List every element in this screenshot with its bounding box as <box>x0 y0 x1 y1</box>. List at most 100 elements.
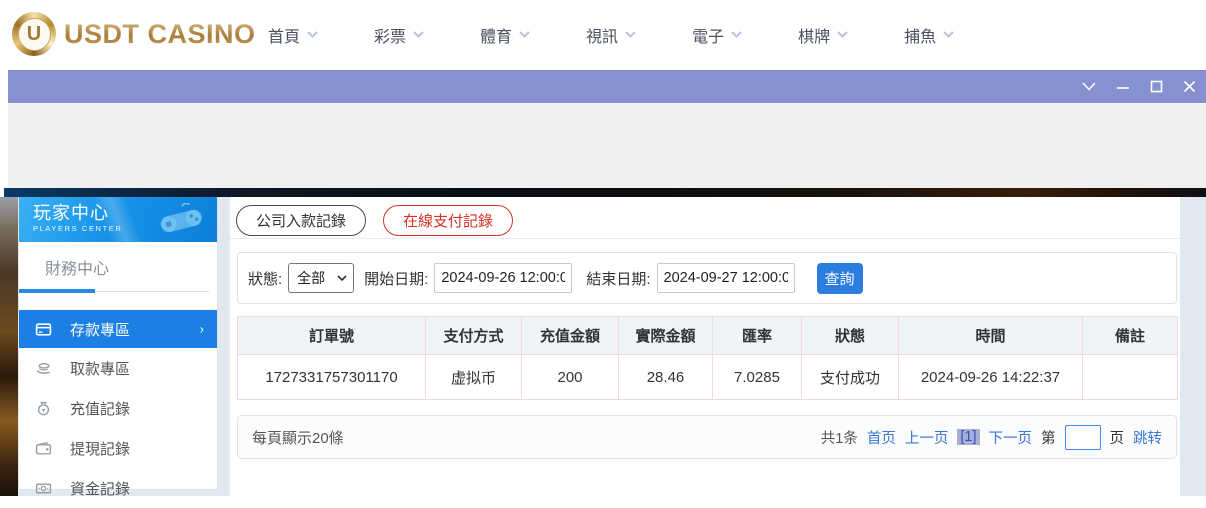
nav-item-sports[interactable]: 體育 <box>480 23 530 47</box>
column-header-exchange-rate: 匯率 <box>712 316 802 355</box>
minimize-icon[interactable] <box>1116 82 1130 92</box>
status-select-value: 全部 <box>297 270 326 286</box>
cell-time: 2024-09-26 14:22:37 <box>898 354 1083 400</box>
pagination-bar: 每頁顯示20條 共1条 首页 上一页 [1] 下一页 第 页 跳转 <box>237 415 1177 459</box>
sidebar-item-withdraw-zone[interactable]: 取款專區 <box>19 348 217 388</box>
column-header-remark: 備註 <box>1082 316 1178 355</box>
cell-pay-method: 虚拟币 <box>425 354 522 400</box>
current-page-indicator: [1] <box>957 429 980 445</box>
column-header-recharge-amount: 充值金額 <box>521 316 619 355</box>
nav-label: 視訊 <box>586 28 619 46</box>
nav-item-fishing[interactable]: 捕魚 <box>904 23 954 47</box>
banknote-icon <box>35 480 52 497</box>
prev-page-link[interactable]: 上一页 <box>905 427 949 448</box>
finance-center-heading: 財務中心 <box>45 261 110 278</box>
first-page-link[interactable]: 首页 <box>867 427 896 448</box>
status-select[interactable]: 全部 <box>288 263 355 293</box>
chevron-down-icon <box>731 31 742 38</box>
nav-label: 彩票 <box>374 28 407 46</box>
nav-label: 捕魚 <box>904 28 937 46</box>
status-label: 狀態: <box>248 270 283 288</box>
nav-label: 電子 <box>692 28 725 46</box>
sidebar-item-withdrawal-records[interactable]: 提現記錄 <box>19 428 217 468</box>
jump-button[interactable]: 跳转 <box>1133 427 1162 448</box>
total-count-text: 共1条 <box>820 430 858 447</box>
embedded-frame-area <box>8 103 1206 188</box>
sidebar-item-deposit-zone[interactable]: 存款專區 › <box>19 310 217 348</box>
sidebar-item-recharge-records[interactable]: 充值記錄 <box>19 388 217 428</box>
cell-actual-amount: 28.46 <box>618 354 713 400</box>
cell-status: 支付成功 <box>801 354 899 400</box>
sidebar-item-label: 提現記錄 <box>70 440 131 458</box>
main-region: 玩家中心 PLAYERS CENTER 財務中心 存款專區 › 取款專區 充值記… <box>0 197 1206 498</box>
tabs-divider <box>230 238 1180 239</box>
nav-item-slots[interactable]: 電子 <box>692 23 742 47</box>
sidebar-item-label: 充值記錄 <box>70 400 131 418</box>
nav-item-home[interactable]: 首頁 <box>268 23 318 47</box>
jump-prefix-label: 第 <box>1041 430 1056 447</box>
bank-card-icon <box>35 321 52 338</box>
window-title-bar <box>8 70 1206 103</box>
column-header-actual-amount: 實際金額 <box>618 316 713 355</box>
nav-item-live[interactable]: 視訊 <box>586 23 636 47</box>
next-page-link[interactable]: 下一页 <box>989 427 1033 448</box>
table-row: 1727331757301170 虚拟币 200 28.46 7.0285 支付… <box>237 354 1178 400</box>
nav-label: 體育 <box>480 28 513 46</box>
background-banner-strip <box>4 188 1206 197</box>
jump-page-input[interactable] <box>1064 424 1101 450</box>
site-logo[interactable]: U USDT CASINO <box>12 12 256 56</box>
chevron-down-icon <box>519 31 530 38</box>
sidebar-item-funds-records[interactable]: 資金記錄 <box>19 468 217 508</box>
sidebar-header: 玩家中心 PLAYERS CENTER <box>19 197 217 242</box>
window-controls <box>1082 70 1196 103</box>
gamepad-icon <box>160 203 202 233</box>
cell-remark <box>1082 354 1178 400</box>
column-header-time: 時間 <box>898 316 1083 355</box>
chevron-down-icon <box>337 275 347 281</box>
chevron-down-icon[interactable] <box>1082 82 1096 91</box>
close-icon[interactable] <box>1183 80 1196 93</box>
table-header-row: 訂單號 支付方式 充值金額 實際金額 匯率 狀態 時間 備註 <box>237 316 1178 355</box>
hand-money-icon <box>35 360 52 377</box>
chevron-down-icon <box>625 31 636 38</box>
wallet-icon <box>35 440 52 457</box>
end-date-input[interactable] <box>656 263 795 293</box>
usdt-coin-icon: U <box>12 12 56 56</box>
page-size-text: 每頁顯示20條 <box>252 429 344 447</box>
money-bag-icon <box>35 400 52 417</box>
nav-label: 棋牌 <box>798 28 831 46</box>
logo-text: USDT CASINO <box>64 18 256 49</box>
end-date-label: 結束日期: <box>586 270 651 288</box>
chevron-down-icon <box>837 31 848 38</box>
page-background-strip <box>0 197 18 496</box>
sidebar-menu: 存款專區 › 取款專區 充值記錄 提現記錄 資金記錄 <box>19 310 217 508</box>
cell-recharge-amount: 200 <box>521 354 619 400</box>
nav-label: 首頁 <box>268 28 301 46</box>
site-header: U USDT CASINO 首頁 彩票 體育 視訊 電子 棋牌 捕魚 <box>0 0 1206 69</box>
record-tabs: 公司入款記錄 在線支付記錄 <box>230 197 1180 238</box>
sidebar-item-label: 資金記錄 <box>70 480 131 498</box>
tab-online-payment-records[interactable]: 在線支付記錄 <box>383 204 514 236</box>
payment-records-table: 訂單號 支付方式 充值金額 實際金額 匯率 狀態 時間 備註 172733175… <box>237 316 1178 400</box>
records-content-panel: 公司入款記錄 在線支付記錄 狀態: 全部 開始日期: 結束日期: 查詢 訂單號 <box>230 197 1180 496</box>
column-header-status: 狀態 <box>801 316 899 355</box>
cell-exchange-rate: 7.0285 <box>712 354 802 400</box>
nav-item-lottery[interactable]: 彩票 <box>374 23 424 47</box>
sidebar-item-label: 取款專區 <box>70 360 131 378</box>
column-header-pay-method: 支付方式 <box>425 316 522 355</box>
search-button[interactable]: 查詢 <box>816 262 863 294</box>
pager: 共1条 首页 上一页 [1] 下一页 第 页 跳转 <box>820 424 1162 450</box>
chevron-down-icon <box>413 31 424 38</box>
chevron-down-icon <box>943 31 954 38</box>
filter-bar: 狀態: 全部 開始日期: 結束日期: 查詢 <box>237 252 1177 304</box>
section-underline <box>19 289 217 293</box>
player-center-sidebar: 玩家中心 PLAYERS CENTER 財務中心 存款專區 › 取款專區 充值記… <box>18 197 218 498</box>
cell-order-no: 1727331757301170 <box>237 354 426 400</box>
chevron-right-icon: › <box>199 321 204 337</box>
main-nav: 首頁 彩票 體育 視訊 電子 棋牌 捕魚 <box>268 0 954 69</box>
maximize-icon[interactable] <box>1150 80 1163 93</box>
chevron-down-icon <box>307 31 318 38</box>
start-date-input[interactable] <box>434 263 573 293</box>
nav-item-cards[interactable]: 棋牌 <box>798 23 848 47</box>
tab-company-deposit-records[interactable]: 公司入款記錄 <box>236 204 367 236</box>
